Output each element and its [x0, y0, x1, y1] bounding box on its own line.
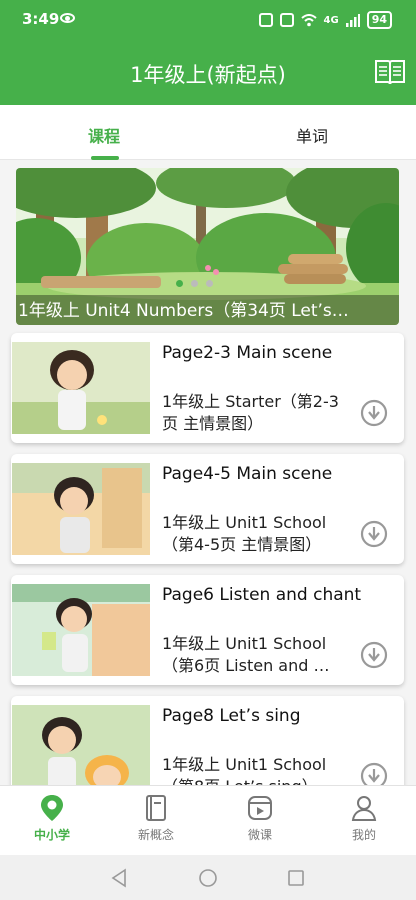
lesson-thumbnail — [12, 463, 150, 555]
nav-micro-lessons[interactable]: 微课 — [208, 794, 312, 843]
nav-label: 中小学 — [33, 828, 70, 842]
tab-words[interactable]: 单词 — [296, 123, 328, 147]
nav-primary-school[interactable]: 中小学 — [0, 794, 104, 843]
lesson-title: Page4-5 Main scene — [162, 464, 333, 484]
lesson-thumbnail — [12, 705, 150, 797]
signal-icon — [345, 13, 360, 27]
carousel-dot[interactable] — [191, 280, 198, 287]
lesson-subtitle: 1年级上 Starter（第2-3页 主情景图） — [162, 392, 339, 433]
person-icon — [351, 796, 377, 821]
book-icon — [146, 795, 166, 821]
book-icon[interactable] — [374, 57, 406, 85]
nav-label: 新概念 — [137, 828, 174, 842]
lesson-thumbnail — [12, 342, 150, 434]
download-icon[interactable] — [360, 520, 388, 548]
download-icon[interactable] — [360, 641, 388, 669]
banner-caption: 1年级上 Unit4 Numbers（第34页 Let’s… — [18, 301, 349, 321]
tab-bar: 课程 单词 — [0, 105, 416, 160]
system-navigation-bar — [0, 855, 416, 900]
lesson-card[interactable]: Page2-3 Main scene 1年级上 Starter（第2-3页 主情… — [11, 333, 404, 443]
lesson-card[interactable]: Page6 Listen and chant 1年级上 Unit1 School… — [11, 575, 404, 685]
lesson-subtitle: 1年级上 Unit1 School（第6页 Listen and … — [162, 634, 330, 675]
carousel-dot[interactable] — [206, 280, 213, 287]
status-time: 3:49 — [22, 10, 60, 28]
carousel-dot[interactable] — [176, 280, 183, 287]
nfc-icon — [258, 13, 273, 27]
nav-mine[interactable]: 我的 — [312, 794, 416, 843]
lesson-subtitle: 1年级上 Unit1 School（第4-5页 主情景图） — [162, 513, 327, 554]
wifi-icon — [300, 13, 317, 26]
banner-carousel[interactable]: 1年级上 Unit4 Numbers（第34页 Let’s… — [16, 168, 399, 325]
status-icons: 4G 94 — [258, 11, 392, 29]
carousel-dots — [176, 280, 213, 287]
download-icon[interactable] — [360, 399, 388, 427]
home-icon[interactable] — [198, 868, 218, 888]
lesson-title: Page8 Let’s sing — [162, 706, 301, 726]
battery-indicator: 94 — [366, 11, 392, 29]
bottom-navigation: 中小学 新概念 微课 我的 — [0, 785, 416, 855]
lesson-thumbnail — [12, 584, 150, 676]
tab-courses[interactable]: 课程 — [88, 123, 120, 147]
lesson-title: Page2-3 Main scene — [162, 343, 333, 363]
vibrate-icon — [279, 13, 294, 27]
status-bar: 3:49 4G 94 — [0, 0, 416, 40]
network-type: 4G — [323, 14, 339, 26]
nav-label: 我的 — [351, 828, 376, 842]
recents-icon[interactable] — [287, 868, 305, 888]
back-icon[interactable] — [110, 868, 128, 888]
tab-indicator — [91, 156, 119, 160]
lesson-title: Page6 Listen and chant — [162, 585, 362, 605]
location-pin-icon — [41, 795, 63, 821]
nav-label: 微课 — [247, 828, 272, 842]
page-title: 1年级上(新起点) — [130, 63, 286, 87]
eye-comfort-icon — [60, 13, 75, 23]
nav-new-concept[interactable]: 新概念 — [104, 794, 208, 843]
lesson-card[interactable]: Page4-5 Main scene 1年级上 Unit1 School（第4-… — [11, 454, 404, 564]
app-bar: 1年级上(新起点) — [0, 40, 416, 105]
video-play-icon — [248, 796, 272, 820]
